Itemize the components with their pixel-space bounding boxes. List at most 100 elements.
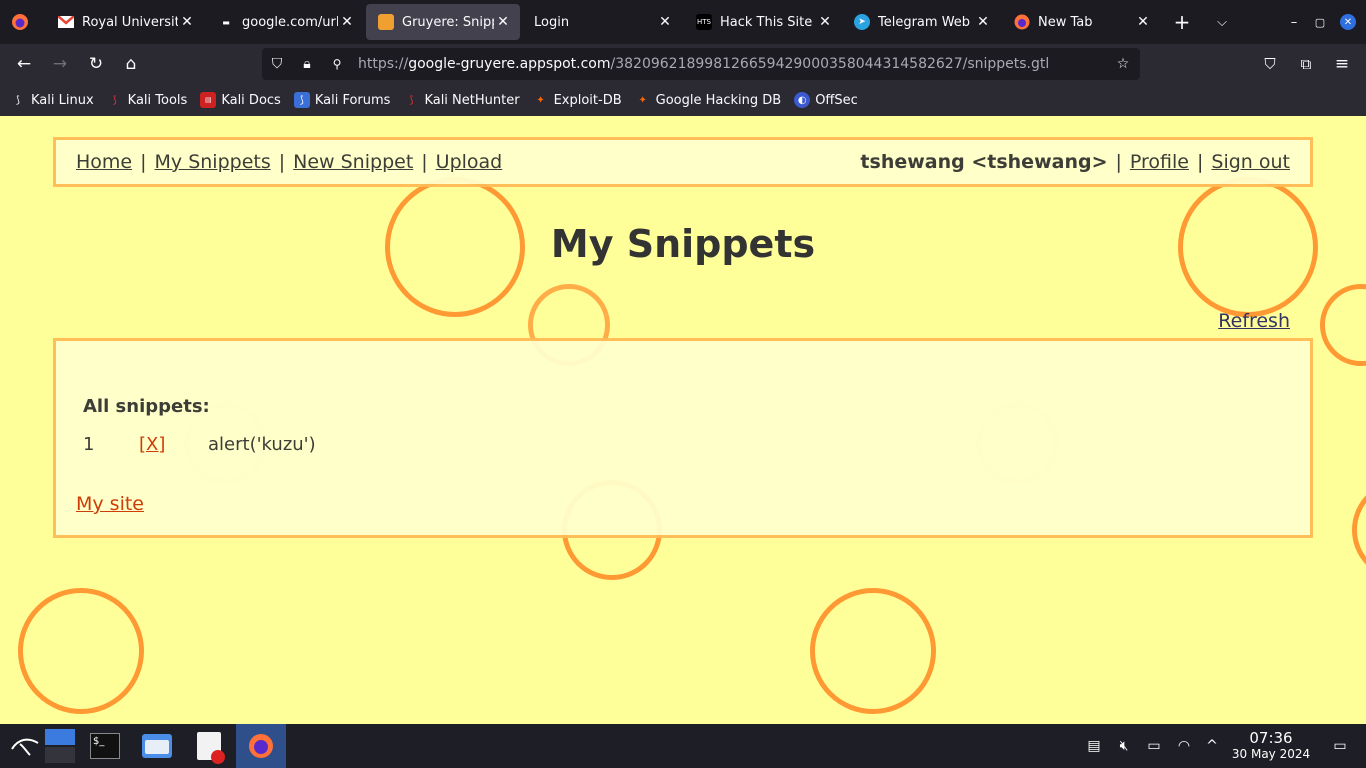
bookmark-kali-nethunter[interactable]: ⟆ Kali NetHunter: [403, 92, 519, 108]
gruyere-menu-bar: Home | My Snippets | New Snippet | Upload tshe…: [53, 137, 1313, 187]
menu-separator: |: [1196, 151, 1204, 173]
decor-circle: [1320, 284, 1366, 366]
home-link[interactable]: Home: [76, 151, 132, 173]
tab-title: Telegram Web: [878, 14, 971, 30]
current-user: tshewang <tshewang>: [860, 151, 1108, 173]
kali-forums-icon: ⟆: [293, 92, 310, 108]
bookmark-google-hacking-db[interactable]: ✦ Google Hacking DB: [635, 92, 782, 108]
gruyere-icon: [378, 14, 394, 30]
upload-link[interactable]: Upload: [436, 151, 503, 173]
clock[interactable]: 07:36 30 May 2024: [1228, 730, 1314, 762]
bookmark-kali-linux[interactable]: ⟆ Kali Linux: [10, 92, 94, 108]
tab-title: Royal University: [82, 14, 178, 30]
terminal-icon[interactable]: $_: [80, 724, 130, 768]
my-snippets-link[interactable]: My Snippets: [155, 151, 271, 173]
menu-left: Home | My Snippets | New Snippet | Upload: [76, 151, 502, 173]
close-window-icon[interactable]: ✕: [1330, 4, 1366, 40]
bookmarks-toolbar: ⟆ Kali Linux ⟆ Kali Tools ▤ Kali Docs ⟆ Kali…: [0, 84, 1366, 116]
lock-icon[interactable]: 🔒︎: [292, 56, 322, 72]
close-tab-icon[interactable]: ✕: [178, 14, 196, 30]
close-tab-icon[interactable]: ✕: [338, 14, 356, 30]
back-arrow-icon[interactable]: ←: [8, 48, 40, 80]
tab-title: Login: [534, 14, 570, 30]
tab-title: New Tab: [1038, 14, 1093, 30]
extensions-icon[interactable]: ⧉: [1290, 48, 1322, 80]
close-tab-icon[interactable]: ✕: [974, 14, 992, 30]
firefox-icon: [1014, 14, 1030, 30]
kali-dragon-icon: ⟆: [16, 94, 20, 106]
snippets-panel: All snippets: 1 [X] alert('kuzu') My sit…: [53, 338, 1313, 538]
tab-hack-this-site[interactable]: HTS Hack This Site ✕: [684, 4, 842, 40]
bookmark-label: OffSec: [815, 92, 858, 108]
menu-separator: |: [140, 151, 147, 173]
firefox-taskbar-icon[interactable]: [236, 724, 286, 768]
hamburger-menu-icon[interactable]: ≡: [1326, 48, 1358, 80]
tab-telegram-web[interactable]: ➤ Telegram Web ✕: [842, 4, 1000, 40]
shield-icon[interactable]: ⛉: [262, 56, 292, 72]
reload-icon[interactable]: ↻: [80, 48, 112, 80]
new-tab-plus-icon[interactable]: +: [1164, 4, 1200, 40]
kali-docs-icon: ▤: [200, 92, 217, 108]
new-snippet-link[interactable]: New Snippet: [293, 151, 413, 173]
close-tab-icon[interactable]: ✕: [816, 14, 834, 30]
text-editor-icon[interactable]: [184, 724, 234, 768]
decor-circle: [1352, 480, 1366, 580]
bookmark-kali-docs[interactable]: ▤ Kali Docs: [200, 92, 281, 108]
my-site-link[interactable]: My site: [76, 493, 144, 515]
firefox-menu-icon[interactable]: [2, 4, 38, 40]
bookmark-label: Kali Forums: [314, 92, 391, 108]
menu-separator: |: [278, 151, 286, 173]
menu-right: tshewang <tshewang> | Profile | Sign out: [860, 151, 1290, 173]
profile-link[interactable]: Profile: [1130, 151, 1189, 173]
tray-expand-icon[interactable]: ^: [1202, 736, 1222, 756]
web-page: Home | My Snippets | New Snippet | Upload tshe…: [0, 116, 1366, 724]
file-manager-icon[interactable]: [132, 724, 182, 768]
all-snippets-heading: All snippets:: [83, 396, 210, 417]
tab-google-url[interactable]: ▬ google.com/url? ✕: [206, 4, 364, 40]
tab-login[interactable]: Login ✕: [522, 4, 682, 40]
close-tab-icon[interactable]: ✕: [1134, 14, 1152, 30]
tab-gruyere-snippets[interactable]: Gruyere: Snippets ✕: [366, 4, 520, 40]
bookmark-star-icon[interactable]: ☆: [1108, 56, 1138, 72]
dot-icon: ▬: [222, 17, 230, 27]
close-tab-icon[interactable]: ✕: [656, 14, 674, 30]
bookmark-offsec[interactable]: ◐ OffSec: [794, 92, 858, 108]
url-text[interactable]: https://google-gruyere.appspot.com/38209…: [358, 56, 1049, 72]
bookmark-label: Google Hacking DB: [655, 92, 782, 108]
forward-arrow-icon[interactable]: →: [44, 48, 76, 80]
snippet-number: 1: [83, 434, 95, 455]
close-tab-icon[interactable]: ✕: [494, 14, 512, 30]
url-bar[interactable]: ⛉ 🔒︎ ⚲ https://google-gruyere.appspot.co…: [262, 48, 1140, 80]
bookmark-exploit-db[interactable]: ✦ Exploit-DB: [533, 92, 621, 108]
clipboard-icon[interactable]: ▤: [1084, 736, 1104, 756]
kali-nethunter-icon: ⟆: [409, 94, 414, 106]
exploit-db-icon: ✦: [536, 94, 545, 106]
list-tabs-chevron-icon[interactable]: ⌵: [1204, 4, 1240, 40]
tab-new-tab[interactable]: New Tab ✕: [1002, 4, 1160, 40]
gmail-icon: [58, 14, 74, 30]
show-desktop-icon[interactable]: ▭: [1330, 736, 1350, 756]
volume-muted-icon[interactable]: 🔇︎: [1114, 736, 1134, 756]
home-icon[interactable]: ⌂: [115, 48, 147, 80]
page-title: My Snippets: [550, 222, 816, 266]
sign-out-link[interactable]: Sign out: [1211, 151, 1290, 173]
offsec-icon: ◐: [794, 92, 811, 108]
tab-title: google.com/url?: [242, 14, 338, 30]
bookmark-label: Kali NetHunter: [424, 92, 520, 108]
decor-circle: [810, 588, 936, 714]
pocket-icon[interactable]: ⛉: [1254, 48, 1286, 80]
tab-bar: Royal University ✕ ▬ google.com/url? ✕ G…: [0, 0, 1366, 44]
bookmark-label: Kali Tools: [127, 92, 188, 108]
wifi-icon[interactable]: ◠: [1174, 736, 1194, 756]
tab-title: Hack This Site: [720, 14, 813, 30]
menu-separator: |: [1115, 151, 1122, 173]
tab-royal-university[interactable]: Royal University ✕: [46, 4, 204, 40]
delete-snippet-link[interactable]: [X]: [139, 434, 208, 455]
bookmark-kali-tools[interactable]: ⟆ Kali Tools: [107, 92, 188, 108]
permissions-icon[interactable]: ⚲: [322, 57, 352, 71]
bookmark-label: Kali Linux: [31, 92, 94, 108]
refresh-link[interactable]: Refresh: [1218, 310, 1290, 332]
battery-icon[interactable]: ▭: [1144, 736, 1164, 756]
workspace-switcher-icon[interactable]: [40, 724, 80, 768]
bookmark-kali-forums[interactable]: ⟆ Kali Forums: [293, 92, 391, 108]
